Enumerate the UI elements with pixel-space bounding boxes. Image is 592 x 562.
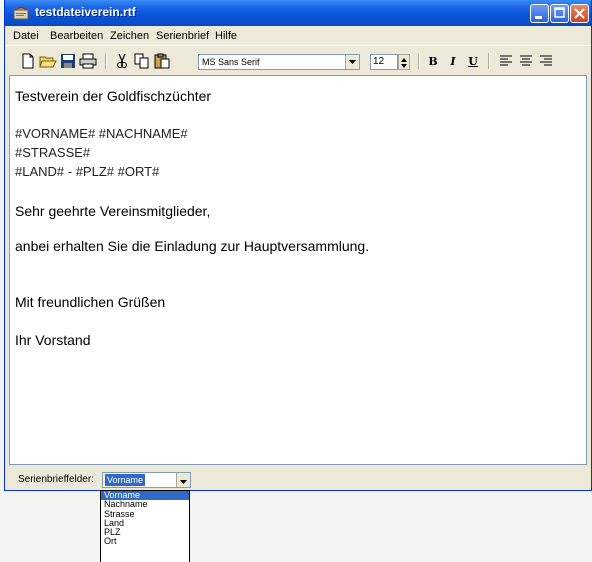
font-size-spinner[interactable] bbox=[398, 54, 410, 70]
merge-field-select[interactable]: Vorname bbox=[102, 472, 191, 488]
maximize-icon bbox=[554, 7, 565, 18]
document-line: Testverein der Goldfischzüchter bbox=[15, 88, 212, 104]
copy-icon[interactable] bbox=[133, 53, 151, 69]
toolbar-separator bbox=[105, 53, 107, 69]
toolbar-separator bbox=[488, 53, 490, 69]
merge-field-dropdown-list: Vorname Nachname Strasse Land PLZ Ort bbox=[100, 490, 190, 562]
align-center-icon[interactable] bbox=[517, 53, 535, 69]
align-left-icon[interactable] bbox=[497, 53, 515, 69]
font-size-value: 12 bbox=[373, 56, 385, 67]
maximize-button[interactable] bbox=[550, 4, 569, 23]
document-editor[interactable]: Testverein der Goldfischzüchter #VORNAME… bbox=[9, 75, 587, 465]
font-size-field[interactable]: 12 bbox=[370, 54, 398, 70]
close-icon bbox=[574, 8, 585, 19]
spinner-arrows-icon bbox=[401, 58, 407, 68]
italic-button[interactable]: I bbox=[445, 55, 461, 69]
close-button[interactable] bbox=[570, 4, 589, 23]
document-line: Ihr Vorstand bbox=[15, 332, 91, 348]
font-dropdown-button[interactable] bbox=[345, 55, 359, 69]
save-icon[interactable] bbox=[59, 53, 77, 69]
placeholder-line: #LAND# - #PLZ# #ORT# bbox=[15, 164, 160, 179]
menu-serienbrief[interactable]: Serienbrief bbox=[156, 30, 209, 42]
cut-icon[interactable] bbox=[113, 53, 131, 69]
placeholder-line: #STRASSE# bbox=[15, 145, 91, 160]
menu-datei[interactable]: Datei bbox=[13, 30, 39, 42]
dropdown-option[interactable]: Ort bbox=[101, 537, 189, 547]
align-right-icon[interactable] bbox=[537, 53, 555, 69]
merge-field-dropdown-button[interactable] bbox=[176, 473, 190, 487]
app-icon bbox=[13, 7, 29, 20]
merge-field-selected: Vorname bbox=[105, 474, 146, 486]
editor-window: testdateiverein.rtf Datei Bearbeiten Zei… bbox=[4, 0, 592, 490]
toolbar: MS Sans Serif 12 B I U bbox=[5, 45, 591, 76]
paste-icon[interactable] bbox=[153, 53, 171, 69]
menu-bearbeiten[interactable]: Bearbeiten bbox=[50, 30, 103, 42]
title-bar[interactable]: testdateiverein.rtf bbox=[5, 0, 591, 26]
minimize-icon bbox=[535, 16, 542, 19]
document-line: anbei erhalten Sie die Einladung zur Hau… bbox=[15, 238, 370, 254]
underline-button[interactable]: U bbox=[465, 55, 481, 69]
merge-field-label: Serienbrieffelder: bbox=[18, 474, 94, 485]
chevron-down-icon bbox=[180, 480, 187, 484]
font-name-select[interactable]: MS Sans Serif bbox=[198, 54, 360, 70]
open-folder-icon[interactable] bbox=[39, 53, 57, 69]
document-line: Sehr geehrte Vereinsmitglieder, bbox=[15, 203, 211, 219]
merge-field-bar: Serienbrieffelder: Vorname bbox=[5, 468, 591, 490]
font-name-value: MS Sans Serif bbox=[202, 57, 260, 67]
menu-zeichen[interactable]: Zeichen bbox=[110, 30, 149, 42]
menu-hilfe[interactable]: Hilfe bbox=[215, 30, 237, 42]
window-bottom-border bbox=[4, 490, 592, 491]
bold-button[interactable]: B bbox=[425, 55, 441, 69]
window-title: testdateiverein.rtf bbox=[35, 5, 136, 19]
minimize-button[interactable] bbox=[530, 4, 549, 23]
menu-bar: Datei Bearbeiten Zeichen Serienbrief Hil… bbox=[5, 26, 591, 45]
document-line: Mit freundlichen Grüßen bbox=[15, 294, 166, 310]
new-document-icon[interactable] bbox=[19, 53, 37, 69]
toolbar-separator bbox=[418, 53, 420, 69]
placeholder-line: #VORNAME# #NACHNAME# bbox=[15, 126, 188, 141]
print-icon[interactable] bbox=[79, 53, 97, 69]
chevron-down-icon bbox=[349, 60, 356, 64]
